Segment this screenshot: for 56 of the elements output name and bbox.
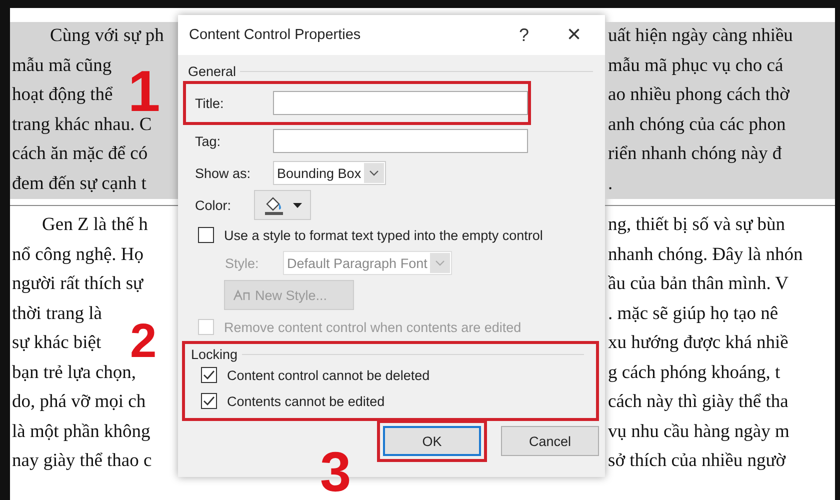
help-button[interactable]: ? xyxy=(499,15,549,55)
document-text: Gen Z là thế h xyxy=(42,215,148,235)
document-text: ầu của bản thân mình. V xyxy=(608,274,789,294)
document-text: sự khác biệt xyxy=(12,333,102,353)
checkbox[interactable] xyxy=(198,227,214,243)
document-text: là một phần không xyxy=(12,422,150,442)
checkbox-label: Remove content control when contents are edited xyxy=(224,320,522,334)
chevron-icon xyxy=(435,260,446,266)
checkbox-label: Content control cannot be deleted xyxy=(227,368,430,382)
step-number: 3 xyxy=(320,444,352,500)
document-text: ng, thiết bị số và sự bùn xyxy=(608,215,786,235)
document-text: xu hướng được khá nhiề xyxy=(608,333,788,353)
document-text: cách ăn mặc để có xyxy=(12,144,148,164)
checkbox-label: Use a style to format text typed into the empty control xyxy=(224,228,543,242)
chevron-icon xyxy=(369,170,380,176)
color-button[interactable] xyxy=(254,190,311,220)
field-label: Tag: xyxy=(195,134,222,148)
document-text: anh chóng của các phon xyxy=(608,114,786,134)
field-label: Title: xyxy=(195,96,225,110)
field-label: Color: xyxy=(195,198,232,212)
document-text: Cùng với sự ph xyxy=(50,26,164,46)
ok-button[interactable]: OK xyxy=(383,426,481,456)
document-text: nay giày thể thao c xyxy=(12,451,152,471)
document-text: . mặc sẽ giúp họ tạo nê xyxy=(608,304,778,324)
caret-icon xyxy=(293,202,302,208)
input-field[interactable] xyxy=(273,129,528,153)
document-text: thời trang là xyxy=(12,304,102,324)
document-text: sở thích của nhiều ngườ xyxy=(608,451,786,471)
document-text: ao nhiều phong cách thờ xyxy=(608,85,790,105)
document-text: g cách phóng khoáng, t xyxy=(608,362,780,382)
document-text: . xyxy=(608,174,613,194)
field-label: Show as: xyxy=(195,166,252,180)
document-text: do, phá vỡ mọi ch xyxy=(12,392,146,412)
document-text: đem đến sự cạnh t xyxy=(12,174,146,194)
close-button[interactable]: × xyxy=(549,15,599,55)
dropdown[interactable]: Bounding Box xyxy=(273,161,386,185)
group-label: General xyxy=(188,64,236,78)
document-text: mẫu mã cũng xyxy=(12,56,112,76)
document-text: hoạt động thể xyxy=(12,85,113,105)
input-field[interactable] xyxy=(273,91,528,115)
document-text: nhanh chóng. Đây là nhón xyxy=(608,244,803,264)
document-text: nổ công nghệ. Họ xyxy=(12,244,144,264)
checkbox[interactable] xyxy=(201,367,217,383)
checkbox[interactable] xyxy=(201,393,217,409)
cancel-button[interactable]: Cancel xyxy=(501,426,599,456)
checkbox-label: Contents cannot be edited xyxy=(227,394,385,408)
document-text: uất hiện ngày càng nhiều xyxy=(608,26,793,46)
document-text: vụ nhu cầu hàng ngày m xyxy=(608,422,790,442)
group-label: Locking xyxy=(191,346,238,362)
style-icon xyxy=(233,289,251,301)
document-text: mẫu mã phục vụ cho cá xyxy=(608,56,784,76)
dialog-title: Content Control Properties xyxy=(189,27,362,43)
document-text: cách này thì giày thể tha xyxy=(608,392,788,412)
document-text: người rất thích sự xyxy=(12,274,144,294)
document-text: riển nhanh chóng này đ xyxy=(608,144,782,164)
field-label: Style: xyxy=(225,256,260,270)
